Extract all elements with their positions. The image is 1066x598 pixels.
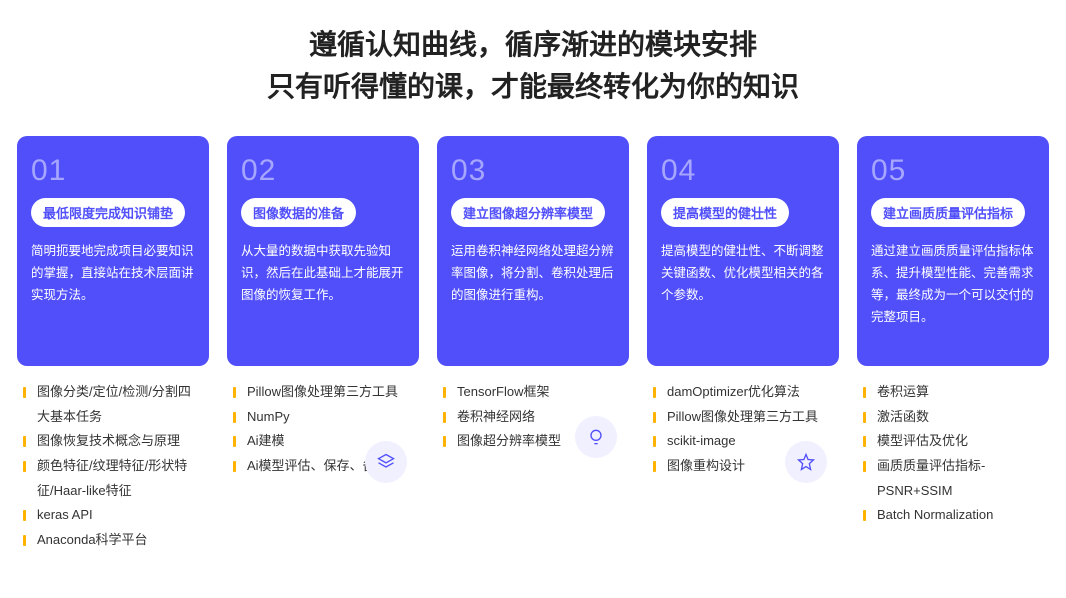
card-title-pill: 建立画质质量评估指标 xyxy=(871,198,1025,227)
cards-row: 01 最低限度完成知识铺垫 简明扼要地完成项目必要知识的掌握，直接站在技术层面讲… xyxy=(0,136,1066,553)
card-number: 05 xyxy=(871,154,1035,188)
list-item: Batch Normalization xyxy=(863,503,1043,528)
list-item: Anaconda科学平台 xyxy=(23,528,203,553)
module-card-4: 04 提高模型的健壮性 提高模型的健壮性、不断调整关键函数、优化模型相关的各个参… xyxy=(647,136,839,553)
card-bottom: 图像分类/定位/检测/分割四大基本任务 图像恢复技术概念与原理 颜色特征/纹理特… xyxy=(17,366,209,553)
list-item: 画质质量评估指标-PSNR+SSIM xyxy=(863,454,1043,503)
card-bottom: TensorFlow框架 卷积神经网络 图像超分辨率模型 xyxy=(437,366,629,454)
header-line-1: 遵循认知曲线，循序渐进的模块安排 xyxy=(0,24,1066,66)
card-number: 04 xyxy=(661,154,825,188)
card-desc: 从大量的数据中获取先验知识，然后在此基础上才能展开图像的恢复工作。 xyxy=(241,241,405,307)
card-title-pill: 最低限度完成知识铺垫 xyxy=(31,198,185,227)
list-item: 图像恢复技术概念与原理 xyxy=(23,429,203,454)
card-number: 01 xyxy=(31,154,195,188)
card-number: 02 xyxy=(241,154,405,188)
card-top: 04 提高模型的健壮性 提高模型的健壮性、不断调整关键函数、优化模型相关的各个参… xyxy=(647,136,839,366)
module-card-5: 05 建立画质质量评估指标 通过建立画质质量评估指标体系、提升模型性能、完善需求… xyxy=(857,136,1049,553)
card-bottom: Pillow图像处理第三方工具 NumPy Ai建模 Ai模型评估、保存、备份 xyxy=(227,366,419,479)
card-bottom: 卷积运算 激活函数 模型评估及优化 画质质量评估指标-PSNR+SSIM Bat… xyxy=(857,366,1049,528)
card-desc: 通过建立画质质量评估指标体系、提升模型性能、完善需求等，最终成为一个可以交付的完… xyxy=(871,241,1035,329)
card-desc: 提高模型的健壮性、不断调整关键函数、优化模型相关的各个参数。 xyxy=(661,241,825,307)
bulb-icon xyxy=(575,416,617,458)
list-item: NumPy xyxy=(233,405,413,430)
module-card-3: 03 建立图像超分辨率模型 运用卷积神经网络处理超分辨率图像，将分割、卷积处理后… xyxy=(437,136,629,553)
list-item: 图像分类/定位/检测/分割四大基本任务 xyxy=(23,380,203,429)
topic-list: 图像分类/定位/检测/分割四大基本任务 图像恢复技术概念与原理 颜色特征/纹理特… xyxy=(23,380,203,553)
module-card-1: 01 最低限度完成知识铺垫 简明扼要地完成项目必要知识的掌握，直接站在技术层面讲… xyxy=(17,136,209,553)
list-item: 模型评估及优化 xyxy=(863,429,1043,454)
list-item: TensorFlow框架 xyxy=(443,380,623,405)
star-icon xyxy=(785,441,827,483)
card-top: 05 建立画质质量评估指标 通过建立画质质量评估指标体系、提升模型性能、完善需求… xyxy=(857,136,1049,366)
card-title-pill: 建立图像超分辨率模型 xyxy=(451,198,605,227)
topic-list: 卷积运算 激活函数 模型评估及优化 画质质量评估指标-PSNR+SSIM Bat… xyxy=(863,380,1043,528)
card-desc: 简明扼要地完成项目必要知识的掌握，直接站在技术层面讲实现方法。 xyxy=(31,241,195,307)
list-item: 颜色特征/纹理特征/形状特征/Haar-like特征 xyxy=(23,454,203,503)
card-top: 02 图像数据的准备 从大量的数据中获取先验知识，然后在此基础上才能展开图像的恢… xyxy=(227,136,419,366)
card-desc: 运用卷积神经网络处理超分辨率图像，将分割、卷积处理后的图像进行重构。 xyxy=(451,241,615,307)
card-title-pill: 提高模型的健壮性 xyxy=(661,198,789,227)
module-card-2: 02 图像数据的准备 从大量的数据中获取先验知识，然后在此基础上才能展开图像的恢… xyxy=(227,136,419,553)
list-item: Pillow图像处理第三方工具 xyxy=(653,405,833,430)
list-item: Pillow图像处理第三方工具 xyxy=(233,380,413,405)
card-top: 01 最低限度完成知识铺垫 简明扼要地完成项目必要知识的掌握，直接站在技术层面讲… xyxy=(17,136,209,366)
layers-icon xyxy=(365,441,407,483)
list-item: damOptimizer优化算法 xyxy=(653,380,833,405)
card-bottom: damOptimizer优化算法 Pillow图像处理第三方工具 scikit-… xyxy=(647,366,839,479)
list-item: keras API xyxy=(23,503,203,528)
header-line-2: 只有听得懂的课，才能最终转化为你的知识 xyxy=(0,66,1066,108)
page-header: 遵循认知曲线，循序渐进的模块安排 只有听得懂的课，才能最终转化为你的知识 xyxy=(0,0,1066,136)
list-item: 激活函数 xyxy=(863,405,1043,430)
card-title-pill: 图像数据的准备 xyxy=(241,198,356,227)
card-top: 03 建立图像超分辨率模型 运用卷积神经网络处理超分辨率图像，将分割、卷积处理后… xyxy=(437,136,629,366)
list-item: 卷积运算 xyxy=(863,380,1043,405)
card-number: 03 xyxy=(451,154,615,188)
